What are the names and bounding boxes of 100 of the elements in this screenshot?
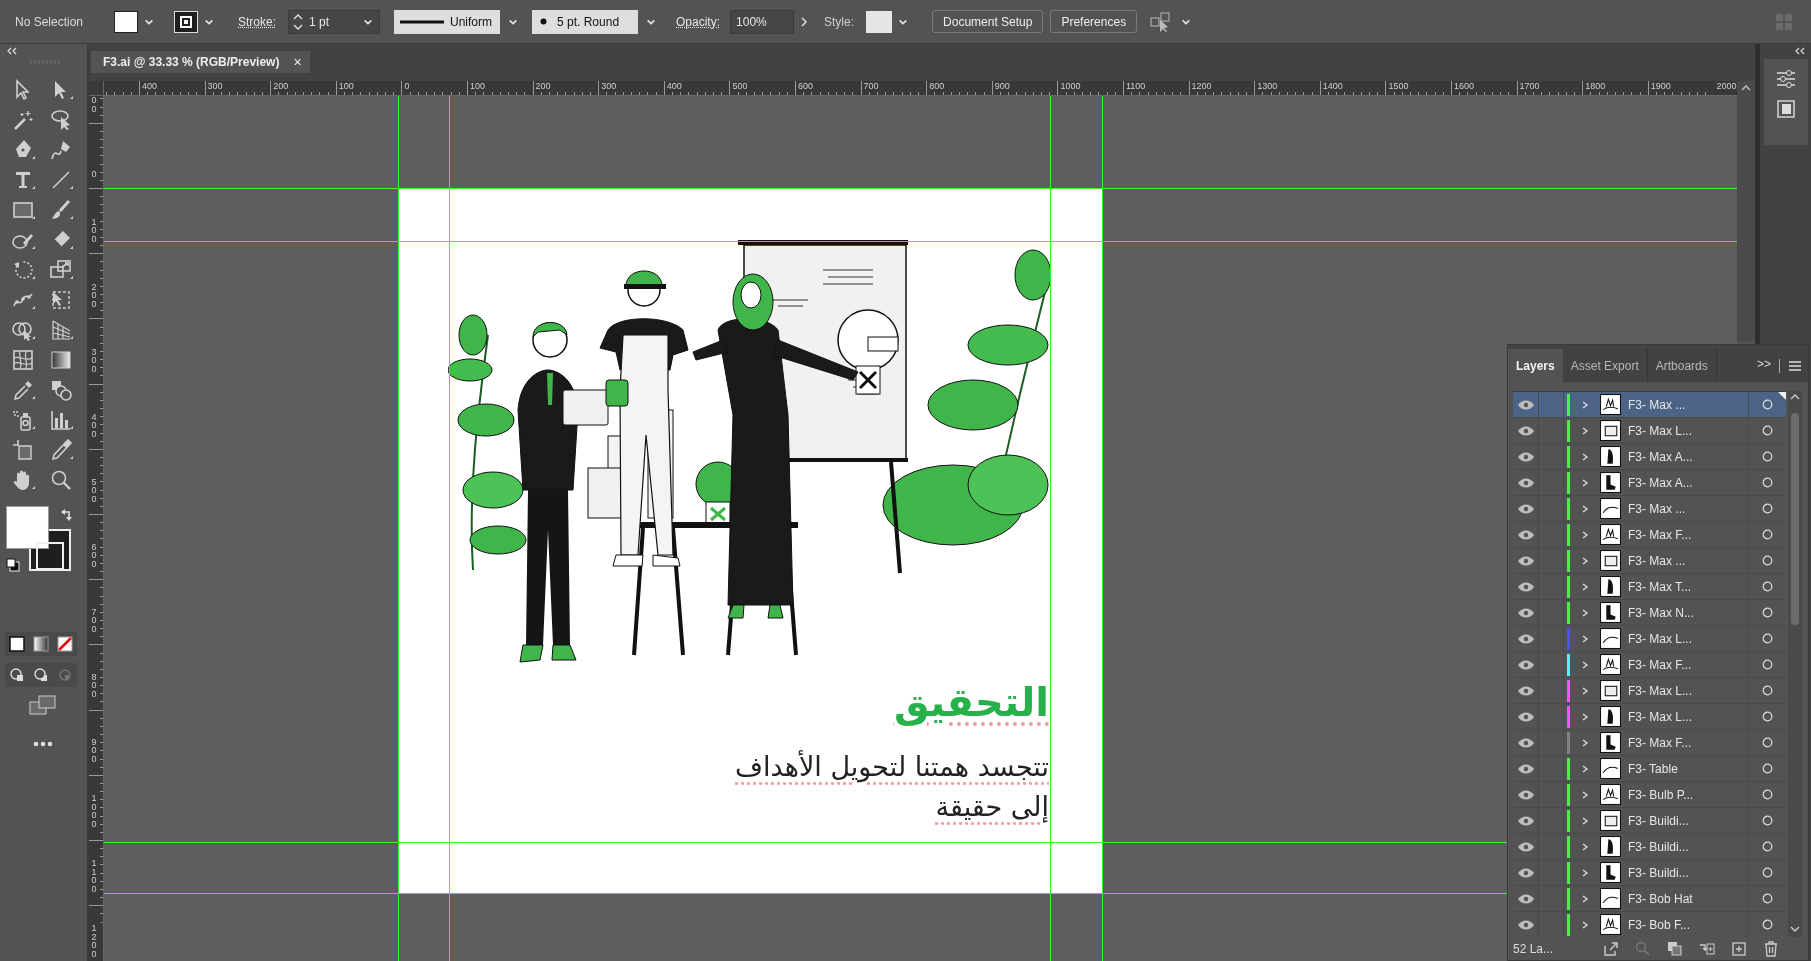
draw-behind-icon[interactable]	[33, 667, 49, 683]
layer-row[interactable]: F3- Max ...	[1513, 496, 1786, 522]
target-circle-icon[interactable]	[1762, 399, 1773, 410]
target-circle-icon[interactable]	[1762, 815, 1773, 826]
expand-chevron-icon[interactable]	[1580, 763, 1590, 774]
layer-row[interactable]: F3- Max ...	[1513, 392, 1786, 418]
stroke-swatch[interactable]	[174, 10, 198, 33]
hand-icon[interactable]	[11, 468, 35, 492]
visibility-eye-icon[interactable]	[1516, 789, 1535, 800]
visibility-eye-icon[interactable]	[1516, 893, 1535, 904]
target-circle-icon[interactable]	[1762, 867, 1773, 878]
expand-chevron-icon[interactable]	[1580, 633, 1590, 644]
visibility-eye-icon[interactable]	[1516, 607, 1535, 618]
layer-row[interactable]: F3- Table	[1513, 756, 1786, 782]
scroll-thumb[interactable]	[1791, 413, 1799, 625]
color-mode-icon[interactable]	[9, 636, 25, 652]
default-colors-icon[interactable]	[6, 558, 20, 572]
layer-row[interactable]: F3- Max F...	[1513, 652, 1786, 678]
visibility-eye-icon[interactable]	[1516, 399, 1535, 410]
new-layer-icon[interactable]	[1731, 940, 1747, 957]
visibility-eye-icon[interactable]	[1516, 867, 1535, 878]
expand-chevron-icon[interactable]	[1580, 399, 1590, 410]
expand-chevron-icon[interactable]	[1580, 789, 1590, 800]
expand-chevron-icon[interactable]	[1580, 477, 1590, 488]
expand-chevron-icon[interactable]	[1580, 503, 1590, 514]
draw-normal-icon[interactable]	[9, 667, 25, 683]
expand-chevron-icon[interactable]	[1580, 841, 1590, 852]
document-setup-button[interactable]: Document Setup	[932, 10, 1044, 33]
expand-chevron-icon[interactable]	[1580, 451, 1590, 462]
target-circle-icon[interactable]	[1762, 633, 1773, 644]
layer-row[interactable]: F3- Max N...	[1513, 600, 1786, 626]
layer-row[interactable]: F3- Buildi...	[1513, 834, 1786, 860]
scroll-up-icon[interactable]	[1740, 83, 1752, 93]
target-circle-icon[interactable]	[1762, 555, 1773, 566]
target-circle-icon[interactable]	[1762, 529, 1773, 540]
document-tab[interactable]: F3.ai @ 33.33 % (RGB/Preview) ×	[91, 51, 310, 73]
gradient-mode-icon[interactable]	[33, 636, 49, 652]
expand-chevron-icon[interactable]	[1580, 711, 1590, 722]
layer-row[interactable]: F3- Max L...	[1513, 678, 1786, 704]
visibility-eye-icon[interactable]	[1516, 711, 1535, 722]
paintbrush-icon[interactable]	[49, 198, 73, 222]
new-sublayer-icon[interactable]	[1699, 940, 1715, 957]
panel-tab[interactable]: Layers	[1508, 349, 1563, 382]
expand-chevron-icon[interactable]	[1580, 529, 1590, 540]
properties-sliders-icon[interactable]	[1774, 69, 1797, 89]
vertical-scrollbar[interactable]	[1737, 81, 1755, 341]
layer-row[interactable]: F3- Max ...	[1513, 548, 1786, 574]
scale-icon[interactable]	[49, 258, 73, 282]
trash-icon[interactable]	[1763, 940, 1779, 957]
layer-row[interactable]: F3- Max T...	[1513, 574, 1786, 600]
layer-row[interactable]: F3- Max L...	[1513, 626, 1786, 652]
visibility-eye-icon[interactable]	[1516, 659, 1535, 670]
target-circle-icon[interactable]	[1762, 607, 1773, 618]
brush-field[interactable]: 5 pt. Round	[532, 9, 638, 34]
visibility-eye-icon[interactable]	[1516, 763, 1535, 774]
layers-scrollbar[interactable]	[1788, 391, 1802, 937]
visibility-eye-icon[interactable]	[1516, 555, 1535, 566]
expand-chevron-icon[interactable]	[1580, 815, 1590, 826]
expand-chevron-icon[interactable]	[1580, 867, 1590, 878]
free-transform-icon[interactable]	[49, 288, 73, 312]
stroke-weight-field[interactable]: 1 pt	[288, 9, 380, 34]
blend-icon[interactable]	[49, 378, 73, 402]
target-circle-icon[interactable]	[1762, 737, 1773, 748]
target-circle-icon[interactable]	[1762, 477, 1773, 488]
zoom-icon[interactable]	[49, 468, 73, 492]
target-circle-icon[interactable]	[1762, 711, 1773, 722]
style-swatch[interactable]	[866, 10, 893, 33]
target-circle-icon[interactable]	[1762, 763, 1773, 774]
layer-row[interactable]: F3- Bob Hat	[1513, 886, 1786, 912]
none-mode-icon[interactable]	[57, 636, 73, 652]
visibility-eye-icon[interactable]	[1516, 737, 1535, 748]
export-icon[interactable]	[1603, 940, 1619, 957]
expand-chevron-icon[interactable]	[1580, 737, 1590, 748]
target-circle-icon[interactable]	[1762, 789, 1773, 800]
layer-row[interactable]: F3- Max A...	[1513, 444, 1786, 470]
expand-chevron-icon[interactable]	[1580, 659, 1590, 670]
symbol-sprayer-icon[interactable]	[11, 408, 35, 432]
visibility-eye-icon[interactable]	[1516, 841, 1535, 852]
target-circle-icon[interactable]	[1762, 659, 1773, 670]
expand-chevron-icon[interactable]	[1580, 425, 1590, 436]
target-circle-icon[interactable]	[1762, 841, 1773, 852]
layer-row[interactable]: F3- Max L...	[1513, 704, 1786, 730]
expand-chevron-icon[interactable]	[1580, 555, 1590, 566]
layer-row[interactable]: F3- Bulb P...	[1513, 782, 1786, 808]
layer-row[interactable]: F3- Max L...	[1513, 418, 1786, 444]
screen-mode-icon[interactable]	[29, 695, 57, 715]
visibility-eye-icon[interactable]	[1516, 529, 1535, 540]
fill-color-box[interactable]	[6, 506, 49, 549]
layer-row[interactable]: F3- Buildi...	[1513, 808, 1786, 834]
panel-overflow-button[interactable]: >>	[1757, 355, 1771, 373]
target-circle-icon[interactable]	[1762, 425, 1773, 436]
expand-chevron-icon[interactable]	[1580, 581, 1590, 592]
target-circle-icon[interactable]	[1762, 893, 1773, 904]
gradient-icon[interactable]	[49, 348, 73, 372]
preferences-button[interactable]: Preferences	[1050, 10, 1138, 33]
artboard-icon[interactable]	[11, 438, 35, 462]
menu-icon[interactable]	[1788, 360, 1802, 372]
expand-chevron-icon[interactable]	[1580, 607, 1590, 618]
expand-chevron-icon[interactable]	[1580, 685, 1590, 696]
layer-row[interactable]: F3- Max F...	[1513, 730, 1786, 756]
